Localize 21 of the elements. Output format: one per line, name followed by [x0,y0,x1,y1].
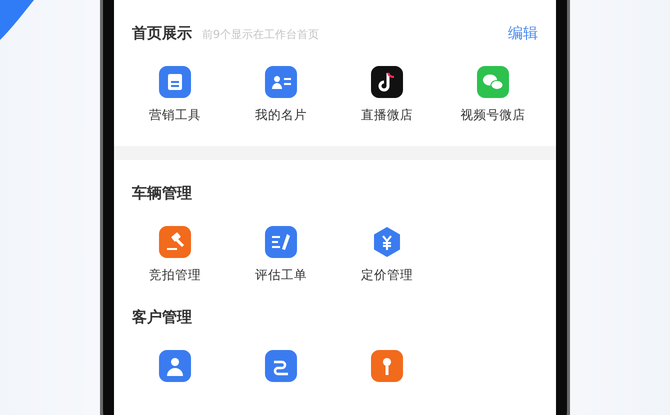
corner-shape-drawing [0,0,34,40]
contact-card-icon [265,66,297,98]
section-title: 车辆管理 [132,184,192,203]
section-hint: 前9个显示在工作台首页 [202,27,320,42]
shortcut-label[interactable]: 视频号微店 [460,107,526,124]
pencil-list-icon [265,226,297,258]
chat-bubbles-icon [477,66,509,98]
shortcut-label[interactable]: 竞拍管理 [149,267,201,284]
shortcut-label[interactable]: 直播微店 [361,107,413,124]
curve-icon [265,350,297,382]
gavel-icon [159,226,191,258]
clipboard-icon [159,66,191,98]
shortcut-label[interactable]: 营销工具 [149,107,201,124]
section-title: 客户管理 [132,308,192,327]
yen-hexagon-icon [371,226,403,258]
music-note-icon [371,66,403,98]
shortcut-label[interactable]: 定价管理 [361,267,413,284]
person-icon [159,350,191,382]
section-title: 首页展示 [132,24,192,43]
shortcut-label[interactable]: 评估工单 [255,267,307,284]
shortcut-label[interactable]: 我的名片 [255,107,307,124]
